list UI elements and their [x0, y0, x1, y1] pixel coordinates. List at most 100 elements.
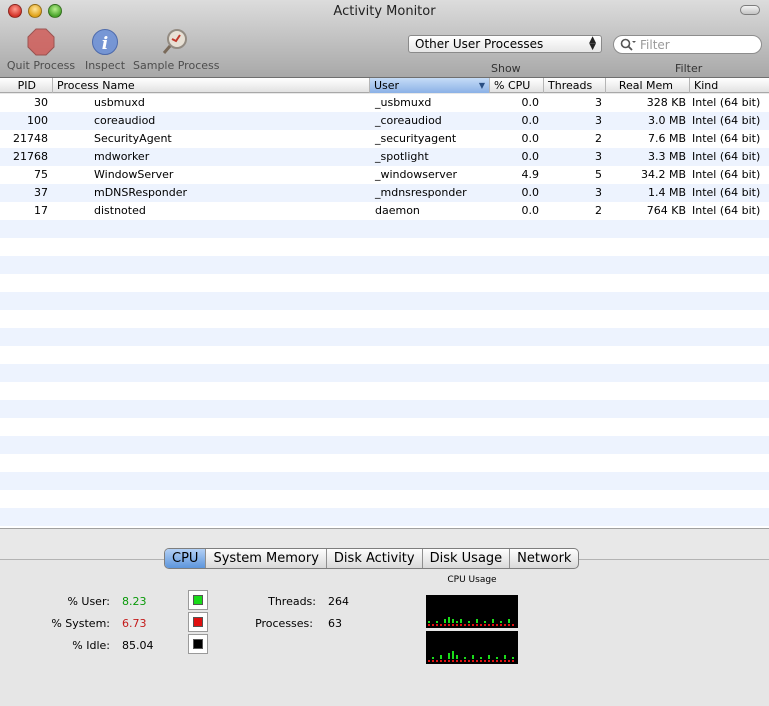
cell-cpu: 4.9 [521, 168, 540, 181]
system-info-pane: % User: 8.23 % System: 6.73 % Idle: 85.0… [0, 528, 769, 706]
table-row[interactable]: 21768 mdworker _spotlight 0.0 3 3.3 MB I… [0, 148, 769, 166]
table-row[interactable]: 17 distnoted daemon 0.0 2 764 KB Intel (… [0, 202, 769, 220]
tab-content-cpu: % User: 8.23 % System: 6.73 % Idle: 85.0… [0, 559, 769, 706]
cell-threads: 3 [595, 114, 602, 127]
cell-kind: Intel (64 bit) [692, 114, 761, 127]
column-header-process-name[interactable]: Process Name [53, 78, 370, 93]
tab-cpu[interactable]: CPU [165, 549, 207, 568]
cell-pid: 100 [27, 114, 48, 127]
magnifier-sample-icon [161, 28, 189, 56]
table-row[interactable]: 21748 SecurityAgent _securityagent 0.0 2… [0, 130, 769, 148]
sort-descending-icon: ▼ [478, 81, 485, 90]
idle-percent-value: 85.04 [122, 639, 154, 652]
cell-kind: Intel (64 bit) [692, 132, 761, 145]
user-color-swatch[interactable] [188, 590, 208, 610]
cpu-usage-graph-core-1 [426, 595, 518, 628]
show-processes-value: Other User Processes [415, 37, 544, 51]
cell-threads: 3 [595, 186, 602, 199]
cell-real-mem: 1.4 MB [647, 186, 686, 199]
cell-cpu: 0.0 [521, 96, 540, 109]
cell-pid: 21748 [13, 132, 48, 145]
tab-disk-activity[interactable]: Disk Activity [327, 549, 423, 568]
cell-real-mem: 34.2 MB [640, 168, 686, 181]
cell-user: _windowserver [375, 168, 458, 181]
column-header-real-mem[interactable]: Real Mem [606, 78, 690, 93]
threads-label: Threads: [268, 595, 316, 608]
info-tab-bar: CPU System Memory Disk Activity Disk Usa… [164, 548, 580, 569]
user-percent-value: 8.23 [122, 595, 147, 608]
cell-kind: Intel (64 bit) [692, 186, 761, 199]
column-header-threads[interactable]: Threads [544, 78, 606, 93]
tab-network[interactable]: Network [510, 549, 578, 568]
column-header-user-label: User [374, 79, 400, 92]
idle-percent-label: % Idle: [72, 639, 110, 652]
column-header-cpu[interactable]: % CPU [490, 78, 544, 93]
sample-process-button[interactable]: Sample Process [133, 28, 219, 72]
idle-color-swatch[interactable] [188, 634, 208, 654]
cell-process-name: coreaudiod [94, 114, 156, 127]
processes-label: Processes: [255, 617, 313, 630]
table-row[interactable]: 100 coreaudiod _coreaudiod 0.0 3 3.0 MB … [0, 112, 769, 130]
inspect-button[interactable]: i Inspect [82, 28, 128, 72]
user-percent-label: % User: [67, 595, 110, 608]
cell-user: _securityagent [375, 132, 457, 145]
cell-pid: 75 [34, 168, 48, 181]
tab-system-memory[interactable]: System Memory [206, 549, 327, 568]
cell-threads: 5 [595, 168, 602, 181]
cell-user: _usbmuxd [375, 96, 432, 109]
cpu-usage-title: CPU Usage [447, 575, 497, 585]
cell-process-name: WindowServer [94, 168, 174, 181]
quit-process-label: Quit Process [6, 59, 76, 72]
process-table: 30 usbmuxd _usbmuxd 0.0 3 328 KB Intel (… [0, 94, 769, 528]
cell-real-mem: 7.6 MB [647, 132, 686, 145]
cell-threads: 2 [595, 204, 602, 217]
cell-process-name: mdworker [94, 150, 150, 163]
system-percent-value: 6.73 [122, 617, 147, 630]
toolbar-toggle-button[interactable] [740, 5, 760, 15]
quit-process-button[interactable]: Quit Process [6, 28, 76, 72]
cell-pid: 37 [34, 186, 48, 199]
show-processes-select[interactable]: Other User Processes ▲ ▼ [408, 35, 602, 53]
cell-process-name: usbmuxd [94, 96, 145, 109]
tab-disk-usage[interactable]: Disk Usage [423, 549, 511, 568]
cell-user: _mdnsresponder [375, 186, 467, 199]
system-color-swatch[interactable] [188, 612, 208, 632]
inspect-label: Inspect [84, 59, 126, 72]
process-table-header: PID Process Name User ▼ % CPU Threads Re… [0, 78, 769, 93]
table-row[interactable]: 75 WindowServer _windowserver 4.9 5 34.2… [0, 166, 769, 184]
cell-threads: 2 [595, 132, 602, 145]
cell-user: _spotlight [375, 150, 429, 163]
cell-kind: Intel (64 bit) [692, 150, 761, 163]
filter-placeholder: Filter [640, 38, 670, 52]
cell-cpu: 0.0 [521, 132, 540, 145]
column-header-kind[interactable]: Kind [690, 78, 769, 93]
table-row[interactable]: 30 usbmuxd _usbmuxd 0.0 3 328 KB Intel (… [0, 94, 769, 112]
filter-search-field[interactable]: Filter [613, 35, 762, 54]
cpu-usage-graph-core-2 [426, 631, 518, 664]
processes-value: 63 [328, 617, 342, 630]
cell-real-mem: 328 KB [646, 96, 686, 109]
column-header-pid[interactable]: PID [0, 78, 53, 93]
cell-process-name: SecurityAgent [94, 132, 172, 145]
select-arrows-icon: ▲ ▼ [589, 35, 596, 52]
cell-pid: 30 [34, 96, 48, 109]
cell-process-name: mDNSResponder [94, 186, 188, 199]
cell-kind: Intel (64 bit) [692, 204, 761, 217]
table-row[interactable]: 37 mDNSResponder _mdnsresponder 0.0 3 1.… [0, 184, 769, 202]
cell-process-name: distnoted [94, 204, 146, 217]
stop-octagon-icon [27, 28, 55, 56]
show-label: Show [491, 62, 521, 75]
cell-user: daemon [375, 204, 420, 217]
window-toolbar: Activity Monitor Quit Process i Inspect … [0, 0, 769, 78]
search-icon [620, 38, 636, 54]
cell-kind: Intel (64 bit) [692, 96, 761, 109]
info-icon: i [91, 28, 119, 56]
cell-real-mem: 3.0 MB [647, 114, 686, 127]
cell-cpu: 0.0 [521, 114, 540, 127]
cell-pid: 21768 [13, 150, 48, 163]
window-title: Activity Monitor [333, 4, 436, 19]
column-header-user[interactable]: User ▼ [370, 78, 490, 93]
svg-text:i: i [102, 34, 108, 54]
cell-cpu: 0.0 [521, 150, 540, 163]
threads-value: 264 [328, 595, 349, 608]
